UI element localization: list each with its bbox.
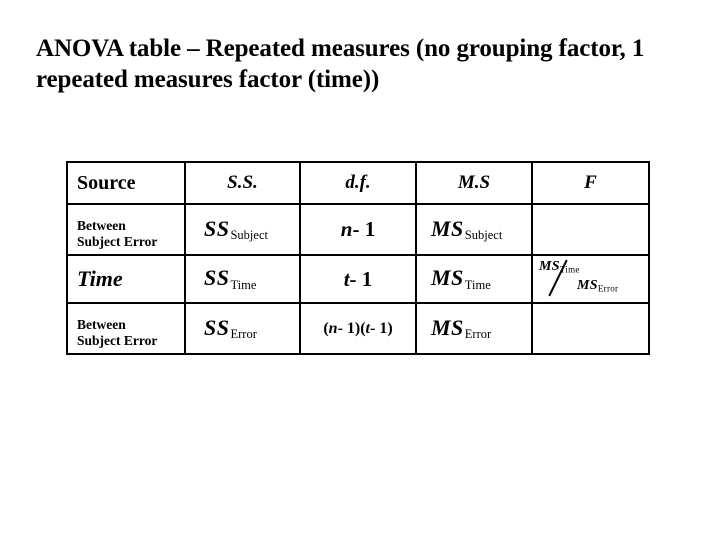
- cell-f-row2: MSTime MSError: [531, 254, 650, 304]
- ms-term-row1: MSSubject: [431, 216, 502, 244]
- header-cell-ss: S.S.: [184, 161, 301, 205]
- df-rest-row2: - 1: [349, 266, 373, 291]
- ss-base-row1: SS: [204, 215, 230, 241]
- f-empty-row1: [533, 205, 648, 254]
- source-line2-row3: Subject Error: [77, 332, 158, 348]
- table-row: Time SSTime t - 1 MSTime MSTime MSError: [66, 254, 650, 304]
- source-line1-row3: Between: [77, 316, 126, 332]
- cell-ss-row1: SSSubject: [184, 203, 301, 256]
- ss-base-row3: SS: [204, 314, 230, 340]
- df-variable-row1: n: [340, 217, 353, 241]
- source-line2-row1: Subject Error: [77, 233, 158, 249]
- cell-f-row3: [531, 302, 650, 355]
- anova-table: Source S.S. d.f. M.S F Between Subject E…: [66, 161, 650, 355]
- cell-df-row2: t - 1: [299, 254, 417, 304]
- cell-ms-row2: MSTime: [415, 254, 533, 304]
- table-header-row: Source S.S. d.f. M.S F: [66, 161, 650, 205]
- df-close-row3: - 1): [370, 319, 393, 337]
- f-den-base-row2: MS: [577, 278, 598, 293]
- ss-term-row2: SSTime: [204, 265, 256, 293]
- ms-term-row3: MSError: [431, 315, 491, 343]
- f-num-base-row2: MS: [539, 259, 560, 274]
- df-expression-row2: t - 1: [301, 256, 415, 302]
- cell-source-row3: Between Subject Error: [66, 302, 186, 355]
- cell-df-row1: n - 1: [299, 203, 417, 256]
- header-cell-ms: M.S: [415, 161, 533, 205]
- table-row: Between Subject Error SSSubject n - 1 MS…: [66, 203, 650, 256]
- source-label-row1: Between Subject Error: [68, 210, 184, 250]
- ms-base-row1: MS: [431, 215, 464, 241]
- header-cell-f: F: [531, 161, 650, 205]
- cell-ss-row2: SSTime: [184, 254, 301, 304]
- ss-term-row1: SSSubject: [204, 216, 268, 244]
- ss-term-row3: SSError: [204, 315, 257, 343]
- ms-base-row2: MS: [431, 265, 464, 291]
- header-cell-source: Source: [66, 161, 186, 205]
- source-label-row3: Between Subject Error: [68, 309, 184, 349]
- cell-ms-row1: MSSubject: [415, 203, 533, 256]
- f-den-subscript-row2: Error: [597, 283, 619, 294]
- ms-base-row3: MS: [431, 314, 464, 340]
- page-title: ANOVA table – Repeated measures (no grou…: [36, 35, 645, 93]
- df-expression-row3: (n - 1)(t - 1): [301, 304, 415, 353]
- df-expression-row1: n - 1: [301, 205, 415, 254]
- header-label-source: Source: [77, 171, 136, 194]
- ss-subscript-row1: Subject: [230, 228, 268, 243]
- ms-subscript-row1: Subject: [464, 228, 503, 243]
- f-ratio-row2: MSTime MSError: [533, 256, 648, 302]
- header-label-df: d.f.: [345, 172, 371, 193]
- df-rest-row1: - 1: [352, 217, 376, 241]
- cell-f-row1: [531, 203, 650, 256]
- ss-base-row2: SS: [204, 265, 230, 291]
- header-label-ms: M.S: [457, 172, 491, 193]
- header-label-ss: S.S.: [227, 172, 258, 193]
- cell-source-row2: Time: [66, 254, 186, 304]
- cell-ss-row3: SSError: [184, 302, 301, 355]
- cell-source-row1: Between Subject Error: [66, 203, 186, 256]
- f-empty-row3: [533, 304, 648, 353]
- ss-subscript-row2: Time: [230, 277, 257, 292]
- ms-term-row2: MSTime: [431, 265, 491, 293]
- ms-subscript-row2: Time: [464, 277, 491, 292]
- f-ratio-denominator-row2: MSError: [577, 278, 618, 294]
- cell-ms-row3: MSError: [415, 302, 533, 355]
- header-cell-df: d.f.: [299, 161, 417, 205]
- cell-df-row3: (n - 1)(t - 1): [299, 302, 417, 355]
- df-mid-row3: - 1)(: [337, 319, 366, 337]
- table-row: Between Subject Error SSError (n - 1)(t …: [66, 302, 650, 355]
- df-variable1-row3: n: [328, 319, 338, 337]
- ms-subscript-row3: Error: [464, 327, 492, 342]
- header-label-f: F: [584, 172, 597, 193]
- ss-subscript-row3: Error: [230, 327, 257, 342]
- source-line1-row1: Between: [77, 217, 126, 233]
- source-label-row2: Time: [77, 266, 123, 291]
